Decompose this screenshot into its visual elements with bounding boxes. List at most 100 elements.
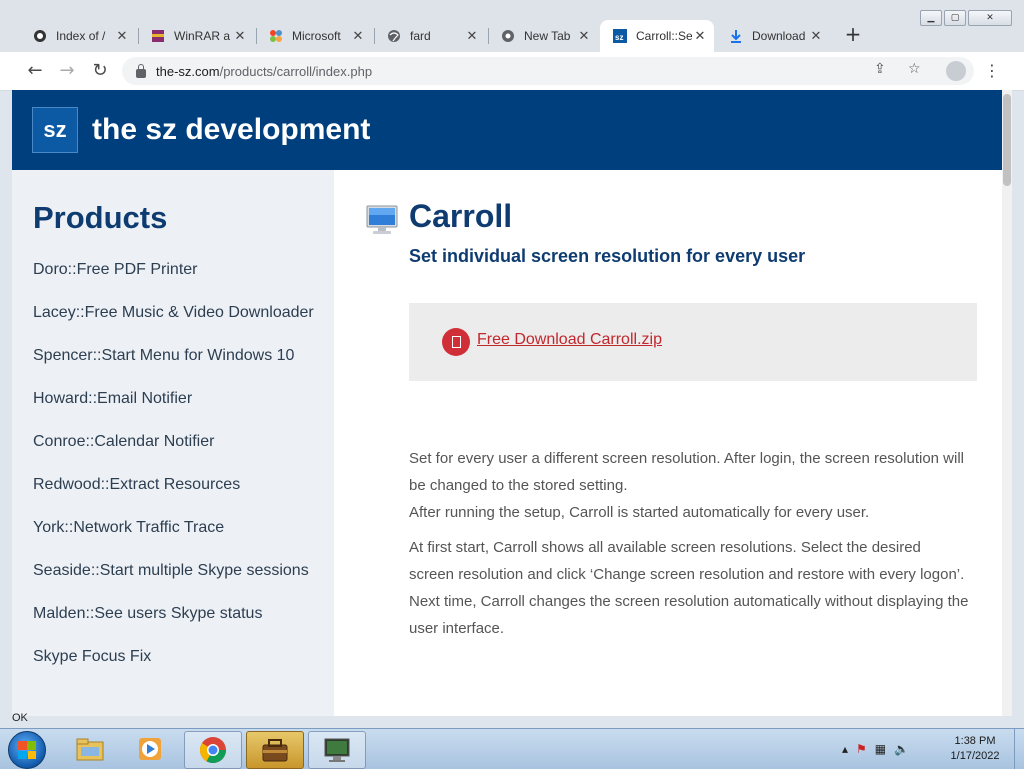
back-button[interactable]: ←	[24, 60, 46, 82]
file-download-icon	[442, 328, 470, 356]
download-link[interactable]: Free Download Carroll.zip	[477, 331, 662, 349]
minimize-button[interactable]: ▁	[920, 10, 942, 26]
share-icon[interactable]: ⇪	[874, 61, 886, 77]
description-text: At first start, Carroll shows all availa…	[409, 539, 965, 583]
site-name[interactable]: the sz development	[92, 113, 370, 147]
product-subtitle: Set individual screen resolution for eve…	[409, 246, 806, 266]
start-button[interactable]	[8, 731, 46, 769]
show-desktop-button[interactable]	[1014, 729, 1024, 769]
sidebar-item-redwood[interactable]: Redwood::Extract Resources	[33, 473, 323, 497]
scrollbar-thumb[interactable]	[1003, 94, 1011, 186]
close-tab-icon[interactable]: ✕	[350, 28, 366, 44]
sidebar-item-skype-focus-fix[interactable]: Skype Focus Fix	[33, 645, 323, 669]
description-text: After running the setup, Carroll is star…	[409, 504, 870, 521]
joomla-icon	[268, 28, 284, 44]
taskbar-monitor-app[interactable]	[308, 731, 366, 769]
description-paragraph: Set for every user a different screen re…	[409, 445, 969, 526]
forward-button[interactable]: →	[56, 60, 78, 82]
url-domain: the-sz.com	[156, 63, 220, 79]
sidebar-item-conroe[interactable]: Conroe::Calendar Notifier	[33, 430, 323, 454]
sidebar-heading: Products	[33, 200, 168, 235]
sz-icon: sz	[612, 28, 628, 44]
clock[interactable]: 1:38 PM 1/17/2022	[940, 734, 1010, 764]
new-tab-button[interactable]: +	[842, 24, 864, 46]
sidebar-item-seaside[interactable]: Seaside::Start multiple Skype sessions	[33, 559, 323, 583]
close-tab-icon[interactable]: ✕	[576, 28, 592, 44]
description-text: Set for every user a different screen re…	[409, 450, 965, 494]
clock-date: 1/17/2022	[950, 750, 1000, 762]
site-logo[interactable]: sz	[32, 107, 78, 153]
web-page: sz the sz development Products Doro::Fre…	[12, 90, 1002, 716]
status-text: OK	[12, 712, 28, 724]
show-hidden-icons-icon[interactable]: ▴	[842, 742, 848, 756]
network-icon[interactable]: ▦	[875, 742, 886, 756]
volume-icon[interactable]: 🔈	[894, 742, 909, 756]
download-box: Free Download Carroll.zip	[409, 303, 977, 381]
tab-carroll[interactable]: sz Carroll::Se ✕	[600, 20, 714, 52]
tab-title: WinRAR a	[174, 29, 231, 43]
winrar-icon	[150, 28, 166, 44]
url-text: the-sz.com/products/carroll/index.php	[156, 64, 372, 79]
clock-time: 1:38 PM	[954, 735, 996, 747]
page-scrollbar[interactable]	[1002, 90, 1012, 716]
window-controls: ▁ ▢ ✕	[920, 10, 1012, 26]
product-description: Set for every user a different screen re…	[409, 445, 969, 650]
menu-dots-icon[interactable]: ⋮	[984, 61, 1000, 80]
globe-icon	[386, 28, 402, 44]
tab-new-tab[interactable]: New Tab ✕	[488, 20, 598, 52]
taskbar-explorer[interactable]	[62, 731, 118, 767]
system-tray: ▴ ⚑ ▦ 🔈	[842, 729, 909, 769]
sidebar-item-howard[interactable]: Howard::Email Notifier	[33, 387, 323, 411]
action-center-flag-icon[interactable]: ⚑	[856, 742, 867, 756]
product-title: Carroll	[409, 198, 513, 234]
tab-title: Download	[752, 29, 806, 43]
profile-avatar-icon[interactable]	[946, 61, 966, 81]
taskbar-toolbox[interactable]	[246, 731, 304, 769]
toolbox-icon	[262, 739, 288, 762]
taskbar: ▴ ⚑ ▦ 🔈 1:38 PM 1/17/2022	[0, 728, 1024, 769]
close-tab-icon[interactable]: ✕	[692, 28, 708, 44]
site-header: sz the sz development	[12, 90, 1002, 170]
description-paragraph: At first start, Carroll shows all availa…	[409, 534, 969, 642]
url-path: /products/carroll/index.php	[219, 63, 373, 79]
description-text: Next time, Carroll changes the screen re…	[409, 593, 969, 637]
tab-winrar[interactable]: WinRAR a ✕	[138, 20, 254, 52]
browser-toolbar: ← → ↻ the-sz.com/products/carroll/index.…	[0, 52, 1024, 91]
tab-title: Index of /	[56, 29, 106, 43]
media-player-icon	[139, 738, 161, 760]
close-tab-icon[interactable]: ✕	[808, 28, 824, 44]
product-main: Carroll Set individual screen resolution…	[334, 170, 1002, 716]
taskbar-chrome[interactable]	[184, 731, 242, 769]
reload-button[interactable]: ↻	[89, 60, 111, 82]
sidebar-item-doro[interactable]: Doro::Free PDF Printer	[33, 258, 323, 282]
tab-title: Microsoft	[292, 29, 341, 43]
chrome-icon	[199, 737, 227, 764]
tab-title: fard	[410, 29, 431, 43]
svg-text:sz: sz	[615, 33, 623, 42]
close-tab-icon[interactable]: ✕	[114, 28, 130, 44]
sidebar-item-spencer[interactable]: Spencer::Start Menu for Windows 10	[33, 344, 323, 368]
browser-tabstrip: Index of / ✕ WinRAR a ✕ Microsoft ✕ fard…	[0, 0, 1024, 52]
close-window-button[interactable]: ✕	[968, 10, 1012, 26]
bookmark-star-icon[interactable]: ☆	[908, 61, 921, 77]
tab-index-of[interactable]: Index of / ✕	[20, 20, 136, 52]
tab-download[interactable]: Download ✕	[716, 20, 830, 52]
address-bar[interactable]: the-sz.com/products/carroll/index.php ⇪ …	[122, 57, 974, 85]
tab-title: Carroll::Se	[636, 29, 692, 43]
windows-logo-icon	[18, 741, 36, 759]
products-sidebar: Products Doro::Free PDF Printer Lacey::F…	[12, 170, 334, 716]
product-list: Doro::Free PDF Printer Lacey::Free Music…	[33, 258, 323, 688]
tab-microsoft[interactable]: Microsoft ✕	[256, 20, 372, 52]
tab-fard[interactable]: fard ✕	[374, 20, 486, 52]
sidebar-item-lacey[interactable]: Lacey::Free Music & Video Downloader	[33, 301, 323, 325]
maximize-button[interactable]: ▢	[944, 10, 966, 26]
sidebar-item-malden[interactable]: Malden::See users Skype status	[33, 602, 323, 626]
server-icon	[32, 28, 48, 44]
taskbar-media-player[interactable]	[122, 731, 178, 767]
monitor-icon	[366, 204, 398, 236]
close-tab-icon[interactable]: ✕	[232, 28, 248, 44]
close-tab-icon[interactable]: ✕	[464, 28, 480, 44]
chrome-icon	[500, 28, 516, 44]
explorer-icon	[76, 738, 104, 761]
sidebar-item-york[interactable]: York::Network Traffic Trace	[33, 516, 323, 540]
